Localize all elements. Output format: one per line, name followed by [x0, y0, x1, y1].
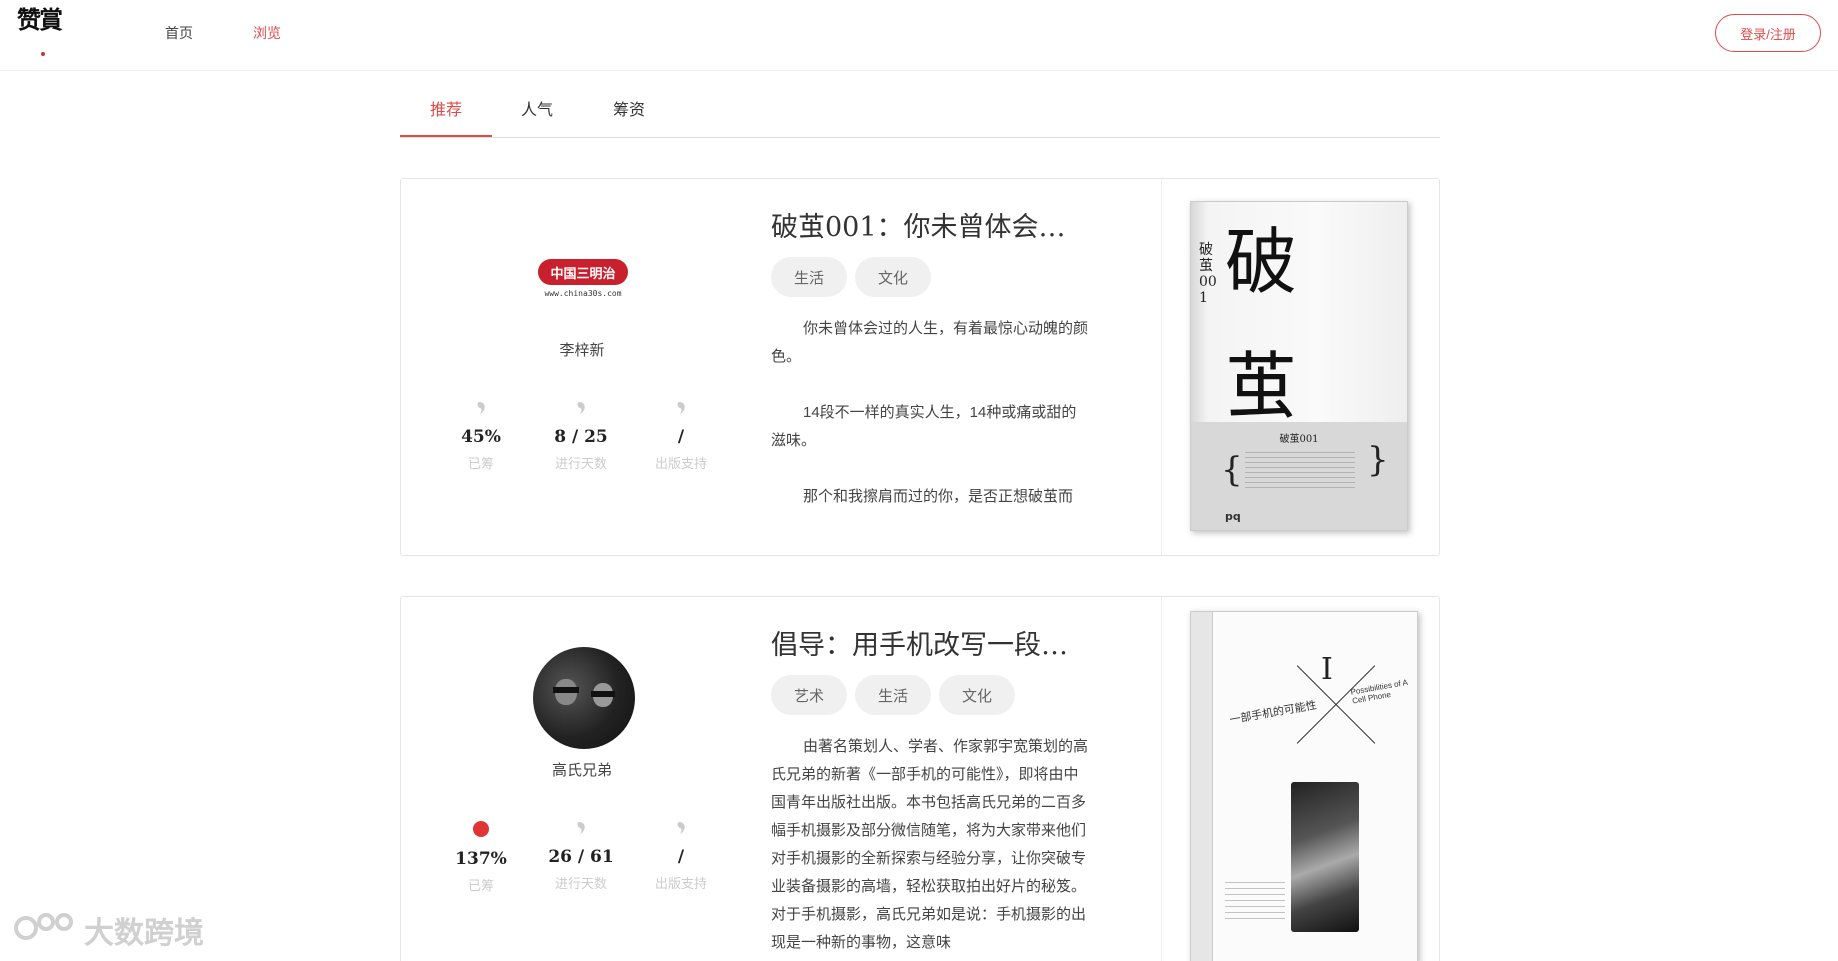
- funded-percent: 45%: [461, 427, 501, 447]
- project-info: 倡导：用手机改写一段… 艺术 生活 文化 由著名策划人、学者、作家郭宇宽策划的高…: [771, 597, 1088, 961]
- project-info: 破茧001：你未曾体会… 生活 文化 你未曾体会过的人生，有着最惊心动魄的颜色。…: [771, 179, 1088, 555]
- project-description: 由著名策划人、学者、作家郭宇宽策划的高氏兄弟的新著《一部手机的可能性》，即将由中…: [771, 733, 1091, 957]
- cover-big-char: 茧: [1225, 344, 1298, 428]
- author-name[interactable]: 李梓新: [401, 339, 763, 360]
- tab-recommended[interactable]: 推荐: [430, 96, 462, 120]
- cover-band: 破茧001 { } pq: [1191, 422, 1407, 530]
- stat-days: 26 / 61 进行天数: [531, 821, 631, 892]
- project-card[interactable]: 中国三明治 www.china30s.com 李梓新 45% 已筹 8 / 25…: [400, 178, 1440, 556]
- watermark-text: 大数跨境: [84, 916, 204, 951]
- brace-left-icon: {: [1221, 450, 1243, 490]
- description-paragraph: 那个和我擦肩而过的你，是否正想破茧而: [803, 488, 1074, 505]
- cover-title-cn: 一部手机的可能性: [1228, 698, 1318, 727]
- tag-culture[interactable]: 文化: [855, 257, 931, 297]
- support-label: 出版支持: [654, 876, 707, 891]
- funded-label: 已筹: [467, 878, 494, 893]
- days-label: 进行天数: [554, 456, 607, 471]
- category-tabs: 推荐 人气 筹资: [400, 72, 1440, 138]
- days-label: 进行天数: [554, 876, 607, 891]
- top-header: 赞賞 首页 浏览 登录/注册: [0, 0, 1838, 71]
- cover-side-text: 破茧001: [1199, 242, 1217, 306]
- cover-big-char: I: [1321, 652, 1333, 687]
- drop-icon: [577, 822, 585, 834]
- funded-label: 已筹: [467, 456, 494, 471]
- author-logo-url: www.china30s.com: [544, 289, 622, 298]
- drop-icon: [677, 402, 685, 414]
- project-title[interactable]: 倡导：用手机改写一段…: [771, 623, 1081, 662]
- description-paragraph: 由著名策划人、学者、作家郭宇宽策划的高氏兄弟的新著《一部手机的可能性》，即将由中…: [771, 738, 1089, 951]
- author-logo[interactable]: 中国三明治 www.china30s.com: [536, 257, 630, 301]
- funded-percent: 137%: [455, 849, 507, 869]
- support-value: /: [677, 427, 685, 447]
- funded-dot-icon: [473, 821, 489, 837]
- tab-popular[interactable]: 人气: [521, 96, 553, 120]
- cover-photo: [1291, 782, 1359, 932]
- book-cover-image[interactable]: I 一部手机的可能性 Possibilities of A Cell Phone: [1190, 611, 1418, 961]
- author-section: 高氏兄弟 137% 已筹 26 / 61 进行天数 / 出版支持: [401, 597, 763, 961]
- description-paragraph: 14段不一样的真实人生，14种或痛或甜的滋味。: [771, 404, 1077, 449]
- cover-fine-print: [1245, 452, 1355, 492]
- brace-right-icon: }: [1367, 440, 1389, 480]
- watermark-logo-icon: [14, 913, 73, 940]
- stat-support: / 出版支持: [631, 821, 731, 892]
- drop-icon: [677, 822, 685, 834]
- stat-days: 8 / 25 进行天数: [531, 401, 631, 472]
- description-paragraph: 你未曾体会过的人生，有着最惊心动魄的颜色。: [771, 320, 1089, 365]
- avatar[interactable]: [533, 647, 635, 749]
- stat-funded: 45% 已筹: [431, 401, 531, 472]
- tag-life[interactable]: 生活: [771, 257, 847, 297]
- site-logo[interactable]: 赞賞: [17, 8, 75, 60]
- login-register-button[interactable]: 登录/注册: [1715, 14, 1821, 52]
- cover-fine-print: [1225, 882, 1285, 922]
- book-cover-section[interactable]: 破茧001 破 茧 破茧001 { } pq: [1161, 179, 1439, 555]
- author-name[interactable]: 高氏兄弟: [401, 759, 763, 780]
- cover-big-char: 破: [1225, 220, 1298, 304]
- days-value: 26 / 61: [548, 847, 614, 867]
- sunglasses-icon: [553, 687, 579, 693]
- tag-art[interactable]: 艺术: [771, 675, 847, 715]
- tag-culture[interactable]: 文化: [939, 675, 1015, 715]
- stat-support: / 出版支持: [631, 401, 731, 472]
- logo-dot-icon: [41, 52, 45, 56]
- sunglasses-icon: [591, 691, 615, 697]
- author-section: 中国三明治 www.china30s.com 李梓新 45% 已筹 8 / 25…: [401, 179, 763, 555]
- support-label: 出版支持: [654, 456, 707, 471]
- support-value: /: [677, 847, 685, 867]
- project-card[interactable]: 高氏兄弟 137% 已筹 26 / 61 进行天数 / 出版支持 倡导：用手机改…: [400, 596, 1440, 961]
- author-logo-badge: 中国三明治: [538, 259, 628, 285]
- drop-icon: [577, 402, 585, 414]
- days-value: 8 / 25: [554, 427, 608, 447]
- book-cover-image[interactable]: 破茧001 破 茧 破茧001 { } pq: [1190, 201, 1408, 531]
- active-tab-indicator: [400, 135, 492, 137]
- project-title[interactable]: 破茧001：你未曾体会…: [771, 205, 1081, 244]
- drop-icon: [477, 402, 485, 414]
- tag-life[interactable]: 生活: [855, 675, 931, 715]
- book-cover-section[interactable]: I 一部手机的可能性 Possibilities of A Cell Phone: [1161, 597, 1439, 961]
- tab-funding[interactable]: 筹资: [613, 96, 645, 120]
- stat-funded: 137% 已筹: [431, 821, 531, 894]
- nav-home-link[interactable]: 首页: [165, 23, 193, 43]
- nav-browse-link[interactable]: 浏览: [253, 23, 281, 43]
- logo-text: 赞賞: [17, 5, 63, 34]
- project-description: 你未曾体会过的人生，有着最惊心动魄的颜色。 14段不一样的真实人生，14种或痛或…: [771, 315, 1091, 539]
- book-spine: [1191, 612, 1213, 961]
- publisher-logo: pq: [1225, 510, 1241, 523]
